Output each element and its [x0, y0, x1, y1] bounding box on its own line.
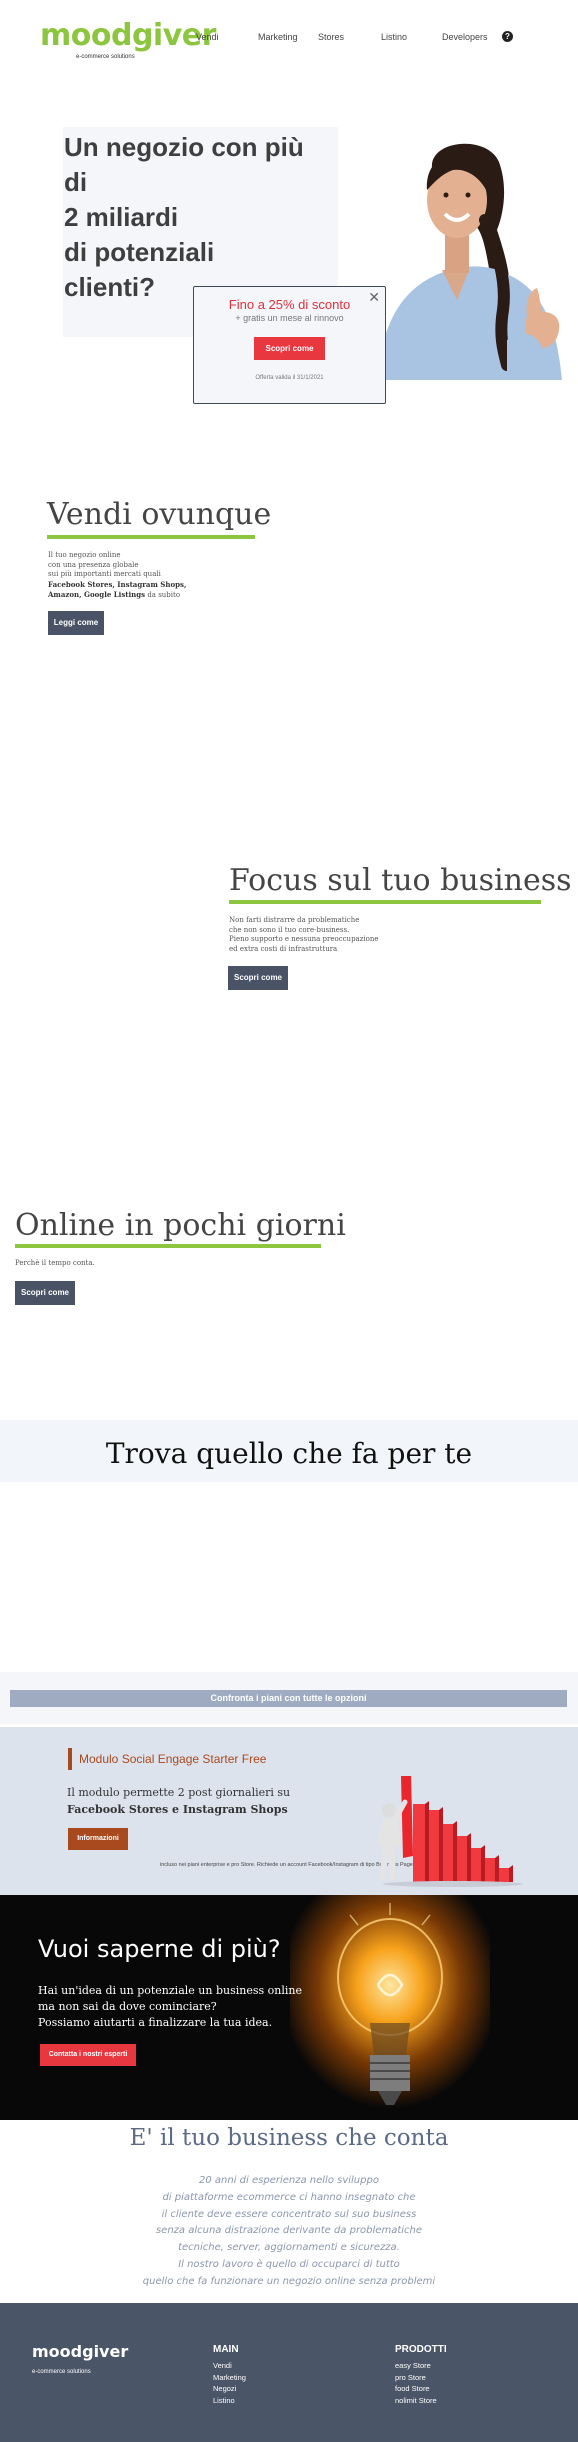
footer-link[interactable]: Negozi — [213, 2383, 246, 2395]
online-title: Online in pochi giorni — [15, 1208, 346, 1243]
vendi-platforms-2: Amazon, Google Listings — [48, 590, 146, 599]
compare-plans-button[interactable]: Confronta i piani con tutte le opzioni — [10, 1690, 567, 1707]
online-underline — [15, 1244, 321, 1248]
informazioni-button[interactable]: Informazioni — [68, 1828, 128, 1850]
focus-body-line: ed extra costi di infrastruttura — [229, 944, 338, 953]
contact-title: Vuoi saperne di più? — [38, 1935, 281, 1963]
business-line: tecniche, server, aggiornamenti e sicure… — [178, 2242, 400, 2254]
close-icon[interactable]: ✕ — [368, 289, 380, 306]
vendi-body-line: sui più importanti mercati quali — [48, 570, 161, 578]
footer-logo[interactable]: moodgiver — [32, 2342, 128, 2361]
site-header: moodgiver e-commerce solutions Vendi Mar… — [0, 0, 578, 70]
business-line: senza alcuna distrazione derivante da pr… — [155, 2225, 423, 2237]
footer-link[interactable]: food Store — [395, 2383, 437, 2395]
module-accent-bar — [68, 1748, 72, 1770]
footer-main-heading: MAIN — [213, 2344, 239, 2355]
site-logo[interactable]: moodgiver — [40, 18, 216, 53]
footer-link[interactable]: Listino — [213, 2395, 246, 2407]
leggi-come-button[interactable]: Leggi come — [48, 611, 104, 635]
business-text: 20 anni di esperienza nello sviluppo di … — [0, 2173, 578, 2291]
footer-link[interactable]: nolimit Store — [395, 2395, 437, 2407]
growth-chart-illustration — [377, 1776, 523, 1887]
hero-title-line: 2 miliardi — [64, 202, 179, 232]
vendi-underline — [47, 535, 255, 539]
vendi-body-line: Il tuo negozio online — [48, 551, 121, 559]
help-icon[interactable]: ? — [502, 31, 513, 42]
focus-body-line: Non farti distrarre da problematiche — [229, 916, 360, 924]
focus-underline — [229, 900, 541, 904]
nav-marketing[interactable]: Marketing — [258, 32, 298, 42]
hero-title-line: Un negozio con più — [64, 132, 304, 162]
promo-popup: ✕ Fino a 25% di sconto + gratis un mese … — [193, 286, 386, 404]
online-scopri-button[interactable]: Scopri come — [15, 1281, 75, 1305]
contact-body: Hai un'idea di un potenziale un business… — [38, 1983, 302, 2031]
logo-tagline: e-commerce solutions — [76, 54, 135, 60]
business-title: E' il tuo business che conta — [129, 2125, 449, 2151]
nav-vendi[interactable]: Vendi — [196, 32, 219, 42]
popup-subtitle: + gratis un mese al rinnovo — [235, 313, 344, 323]
footer-products-list: easy Store pro Store food Store nolimit … — [395, 2360, 437, 2406]
hero-title: Un negozio con più di 2 miliardi di pote… — [64, 130, 354, 305]
popup-footnote: Offerta valida il 31/1/2021 — [255, 375, 324, 381]
footer-logo-tagline: e-commerce solutions — [32, 2369, 91, 2375]
popup-cta-button[interactable]: Scopri come — [254, 337, 325, 360]
online-body: Perchè il tempo conta. — [15, 1259, 95, 1269]
module-body-line: Facebook Stores e Instagram Shops — [67, 1803, 288, 1816]
nav-developers[interactable]: Developers — [442, 32, 488, 42]
vendi-title: Vendi ovunque — [47, 497, 272, 532]
business-line: il cliente deve essere concentrato sul s… — [161, 2208, 417, 2220]
focus-body: Non farti distrarre da problematiche che… — [229, 916, 379, 954]
footer-link[interactable]: easy Store — [395, 2360, 437, 2372]
online-body-line: Perchè il tempo conta. — [15, 1259, 95, 1267]
nav-listino[interactable]: Listino — [381, 32, 407, 42]
focus-scopri-button[interactable]: Scopri come — [228, 966, 288, 990]
nav-stores[interactable]: Stores — [318, 32, 344, 42]
business-line: 20 anni di esperienza nello sviluppo — [199, 2175, 379, 2186]
focus-body-line: che non sono il tuo core-business. — [229, 925, 350, 934]
footer-main-list: Vendi Marketing Negozi Listino — [213, 2360, 246, 2406]
footer-link[interactable]: pro Store — [395, 2372, 437, 2384]
focus-body-line: Pieno supporto e nessuna preoccupazione — [229, 935, 379, 943]
vendi-body-tail: da subito — [145, 591, 181, 599]
popup-headline: Fino a 25% di sconto — [228, 297, 351, 312]
hero-title-line: di potenziali — [64, 237, 215, 267]
business-line: Il nostro lavoro è quello di occuparci d… — [178, 2258, 400, 2270]
vendi-platforms: Facebook Stores, Instagram Shops, — [48, 579, 187, 589]
contact-body-line: ma non sai da dove cominciare? — [38, 2000, 217, 2013]
module-title: Modulo Social Engage Starter Free — [79, 1752, 267, 1766]
business-line: quello che fa funzionare un negozio onli… — [142, 2275, 436, 2287]
footer-link[interactable]: Marketing — [213, 2372, 246, 2384]
contact-experts-button[interactable]: Contatta i nostri esperti — [40, 2044, 136, 2066]
module-body: Il modulo permette 2 post giornalieri su… — [67, 1784, 290, 1818]
module-body-line: Il modulo permette 2 post giornalieri su — [67, 1786, 291, 1799]
footer-products-heading: PRODOTTI — [395, 2344, 447, 2355]
hero-title-line: di — [64, 167, 88, 197]
footer-link[interactable]: Vendi — [213, 2360, 246, 2372]
business-line: di piattaforme ecommerce ci hanno insegn… — [162, 2191, 416, 2203]
trova-title: Trova quello che fa per te — [105, 1437, 473, 1470]
hero-woman-image — [377, 143, 562, 380]
focus-title: Focus sul tuo business — [229, 863, 572, 898]
vendi-body: Il tuo negozio online con una presenza g… — [48, 551, 186, 601]
contact-body-line: Hai un'idea di un potenziale un business… — [38, 1984, 302, 1997]
contact-body-line: Possiamo aiutarti a finalizzare la tua i… — [38, 2016, 273, 2029]
vendi-body-line: Amazon, Google Listings da subito — [48, 590, 186, 601]
vendi-body-line: con una presenza globale — [48, 560, 139, 569]
vendi-body-line: Facebook Stores, Instagram Shops, — [48, 580, 186, 591]
lightbulb-image — [290, 1895, 490, 2120]
